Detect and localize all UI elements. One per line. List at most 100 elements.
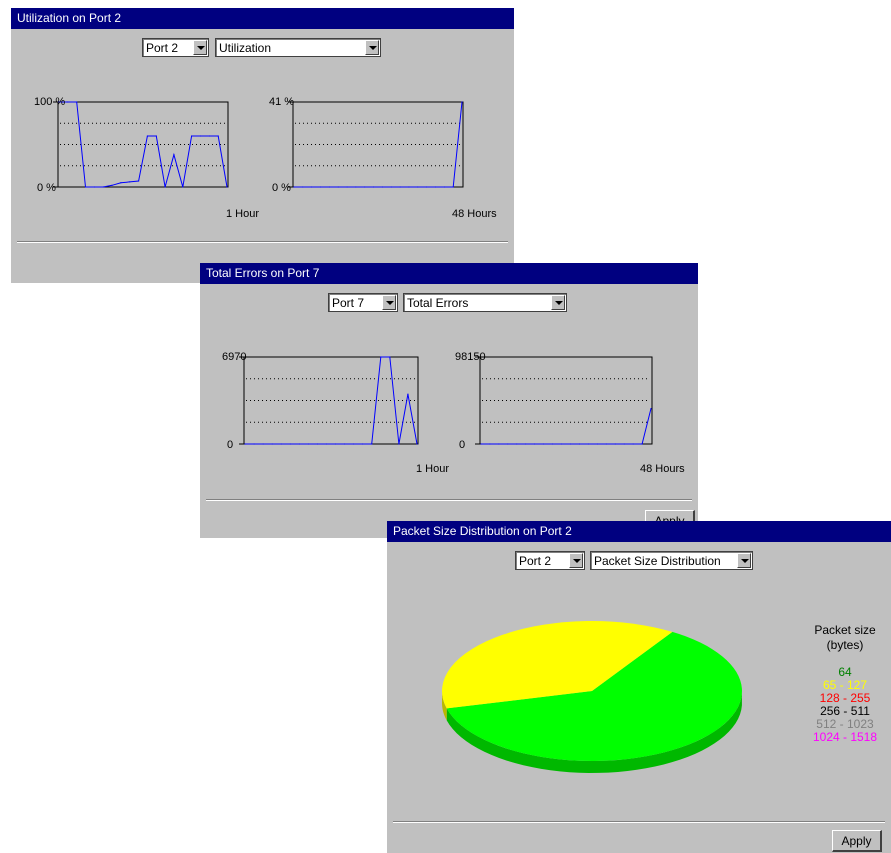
data-point bbox=[137, 180, 140, 182]
data-point bbox=[253, 443, 255, 445]
y-max-label: 98150 bbox=[455, 351, 486, 363]
port-select[interactable]: Port 2 bbox=[142, 38, 209, 57]
port-select[interactable]: Port 7 bbox=[328, 293, 398, 312]
data-point bbox=[334, 443, 337, 445]
data-point bbox=[569, 443, 572, 445]
chevron-down-icon[interactable] bbox=[551, 295, 565, 310]
y-min-label: 0 % bbox=[272, 182, 291, 194]
data-point bbox=[182, 186, 184, 188]
data-point bbox=[380, 356, 382, 358]
data-point bbox=[289, 443, 291, 445]
utilization-window: Utilization on Port 2 Port 2 Utilization… bbox=[11, 8, 514, 283]
data-point bbox=[560, 443, 563, 445]
graph-48-hours: 98150 0 48 Hours bbox=[435, 343, 695, 483]
data-point bbox=[596, 443, 598, 445]
data-point bbox=[346, 186, 348, 188]
port-select[interactable]: Port 2 bbox=[515, 551, 585, 570]
plot-frame bbox=[292, 101, 464, 188]
data-point bbox=[641, 443, 643, 445]
data-point bbox=[516, 443, 518, 445]
packet-size-legend: Packet size (bytes) 64 65 - 127 128 - 255 2… bbox=[799, 623, 891, 744]
data-point bbox=[480, 443, 482, 445]
data-point bbox=[587, 443, 589, 445]
data-point bbox=[302, 186, 304, 188]
data-point bbox=[298, 443, 300, 445]
data-point bbox=[443, 186, 445, 188]
legend-item: 1024 - 1518 bbox=[812, 730, 878, 744]
chevron-down-icon[interactable] bbox=[365, 40, 379, 55]
data-point bbox=[534, 443, 536, 445]
data-point bbox=[280, 443, 282, 445]
chevron-down-icon[interactable] bbox=[382, 295, 396, 310]
legend-items: 64 65 - 127 128 - 255 256 - 511 512 - 1023 10… bbox=[799, 666, 891, 744]
data-point bbox=[164, 186, 166, 188]
data-point bbox=[199, 135, 202, 137]
data-point bbox=[399, 186, 401, 188]
data-point bbox=[93, 186, 95, 188]
metric-select[interactable]: Total Errors bbox=[403, 293, 567, 312]
data-point bbox=[208, 135, 210, 137]
data-point bbox=[650, 407, 652, 410]
port-select-value: Port 2 bbox=[519, 554, 552, 568]
separator bbox=[17, 241, 508, 243]
plot-frame bbox=[57, 101, 229, 188]
chart-1-plot bbox=[53, 101, 229, 188]
data-point bbox=[623, 443, 625, 445]
data-point bbox=[605, 443, 607, 445]
data-point bbox=[155, 135, 157, 137]
data-point bbox=[311, 186, 313, 188]
y-max-label: 100 % bbox=[34, 96, 66, 108]
data-point bbox=[543, 443, 545, 445]
data-point bbox=[337, 186, 339, 188]
data-point bbox=[271, 443, 273, 445]
total-errors-window: Total Errors on Port 7 Port 7 Total Erro… bbox=[200, 263, 698, 538]
x-label: 48 Hours bbox=[640, 463, 685, 475]
chart-3-plot bbox=[239, 356, 419, 445]
data-point bbox=[146, 135, 149, 137]
chevron-down-icon[interactable] bbox=[737, 553, 751, 568]
chart-2-plot bbox=[288, 101, 464, 188]
data-point bbox=[398, 443, 400, 445]
metric-select[interactable]: Packet Size Distribution bbox=[590, 551, 753, 570]
data-point bbox=[244, 443, 246, 445]
data-point bbox=[461, 101, 463, 103]
port-select-value: Port 7 bbox=[332, 296, 365, 310]
selector-row: Port 2 Packet Size Distribution bbox=[515, 551, 755, 571]
data-point bbox=[319, 186, 322, 188]
graph-1-hour: 100 % 0 % 1 Hour bbox=[11, 88, 271, 228]
data-point bbox=[217, 135, 219, 137]
y-min-label: 0 bbox=[459, 439, 466, 451]
data-point bbox=[76, 101, 78, 103]
data-point bbox=[343, 443, 346, 445]
chevron-down-icon[interactable] bbox=[193, 40, 207, 55]
data-point bbox=[191, 135, 193, 137]
data-point bbox=[371, 443, 373, 445]
window-title: Total Errors on Port 7 bbox=[200, 263, 698, 284]
data-point bbox=[67, 101, 69, 103]
data-point bbox=[325, 443, 328, 445]
pie-chart bbox=[442, 621, 742, 773]
data-point bbox=[316, 443, 319, 445]
window-title: Utilization on Port 2 bbox=[11, 8, 514, 29]
data-point bbox=[355, 186, 357, 188]
metric-select[interactable]: Utilization bbox=[215, 38, 381, 57]
apply-button[interactable]: Apply bbox=[832, 830, 882, 852]
y-min-label: 0 % bbox=[37, 182, 56, 194]
data-point bbox=[173, 154, 175, 156]
data-point bbox=[426, 186, 428, 188]
metric-select-value: Utilization bbox=[219, 41, 272, 55]
data-point bbox=[353, 443, 355, 445]
data-point bbox=[364, 186, 366, 188]
data-point bbox=[111, 184, 113, 186]
window-title: Packet Size Distribution on Port 2 bbox=[387, 521, 891, 542]
chevron-down-icon[interactable] bbox=[569, 553, 583, 568]
selector-row: Port 2 Utilization bbox=[142, 38, 382, 58]
data-point bbox=[525, 443, 527, 445]
data-point bbox=[84, 186, 87, 188]
data-point bbox=[452, 186, 454, 188]
graph-1-hour: 6970 0 1 Hour bbox=[200, 343, 460, 483]
legend-title-line-2: (bytes) bbox=[826, 638, 864, 652]
legend-title: Packet size (bytes) bbox=[799, 623, 891, 653]
packet-size-window: Packet Size Distribution on Port 2 Port … bbox=[387, 521, 891, 853]
data-point bbox=[328, 186, 330, 188]
